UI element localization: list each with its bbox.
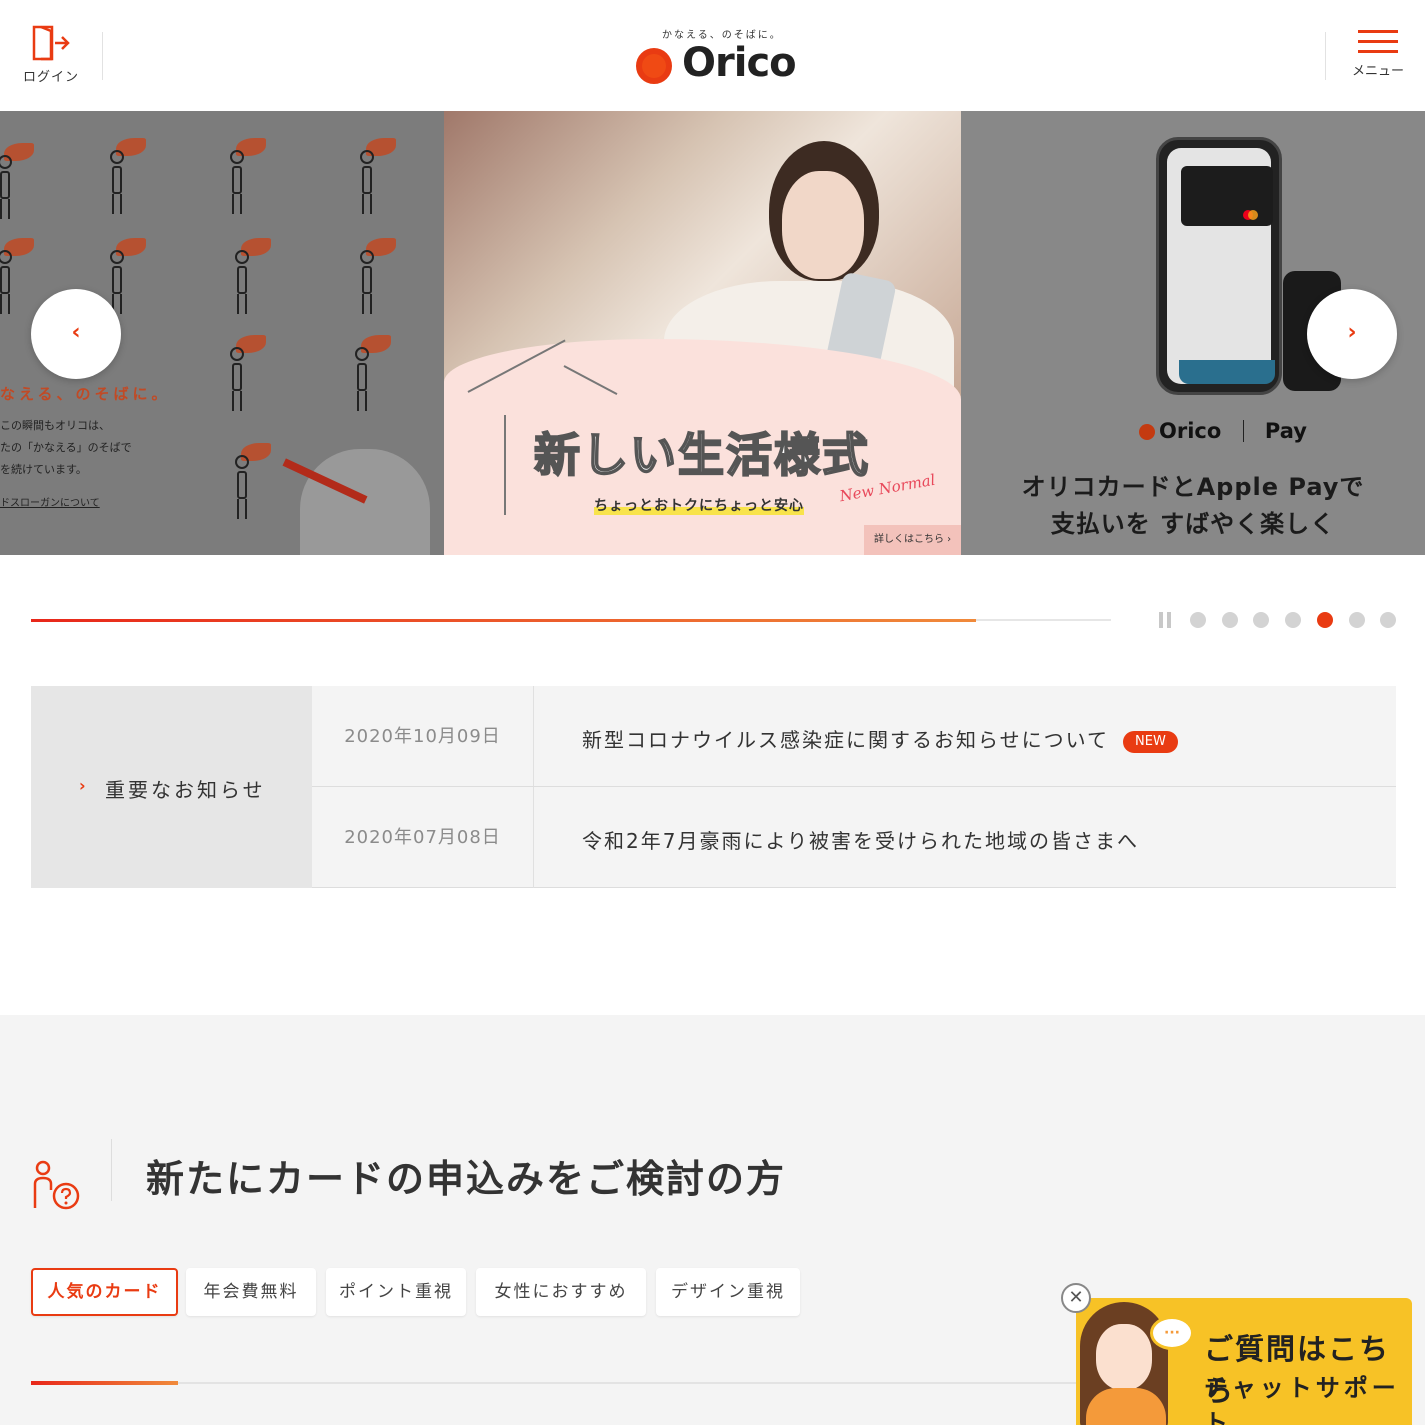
hamburger-icon: [1358, 30, 1398, 53]
important-notices-heading: 重要なお知らせ: [105, 778, 266, 802]
winged-figure-illustration: [210, 136, 270, 216]
detail-button[interactable]: 詳しくはこちら ›: [864, 525, 961, 555]
slogan-line: たの「かなえる」のそばで: [0, 441, 132, 454]
winged-figure-illustration: [210, 333, 270, 413]
chat-bubble-icon: ···: [1150, 1316, 1194, 1350]
new-lifestyle-headline: 新しい生活様式: [533, 427, 870, 483]
logo-circle-icon: [636, 48, 672, 84]
winged-figure-illustration: [215, 236, 275, 316]
tab-popular-cards[interactable]: 人気のカード: [31, 1268, 178, 1316]
notice-date: 2020年07月08日: [312, 787, 534, 888]
tab-points[interactable]: ポイント重視: [326, 1268, 466, 1316]
apple-pay-text: Pay: [1264, 419, 1307, 443]
orico-brand-text: Orico: [1159, 419, 1222, 443]
carousel-prev-button[interactable]: ‹: [31, 289, 121, 379]
winged-figure-illustration: [90, 136, 150, 216]
carousel-next-button[interactable]: ›: [1307, 289, 1397, 379]
header-divider-right: [1325, 32, 1326, 80]
apple-pay-copy-line2: 支払いを すばやく楽しく: [1050, 510, 1336, 538]
tab-for-women[interactable]: 女性におすすめ: [476, 1268, 646, 1316]
header-divider-left: [102, 32, 103, 80]
section-title-divider: [111, 1139, 112, 1201]
winged-figure-illustration: [340, 236, 400, 316]
winged-figure-illustration: [0, 141, 38, 221]
logo-separator: [1242, 420, 1244, 442]
carousel-progress-bar: [31, 619, 1111, 622]
new-lifestyle-subtext: ちょっとおトクにちょっと安心: [594, 495, 804, 515]
slogan-link[interactable]: ドスローガンについて: [0, 494, 100, 509]
login-button[interactable]: ログイン: [20, 24, 82, 85]
tab-underline-active: [31, 1381, 178, 1385]
orico-mark-icon: [1139, 424, 1155, 440]
credit-card-image: [1181, 166, 1273, 226]
menu-button[interactable]: メニュー: [1343, 30, 1413, 79]
slogan-heading: なえる、のそばに。: [0, 385, 171, 403]
notice-item[interactable]: 2020年10月09日 新型コロナウイルス感染症に関するお知らせについて NEW: [312, 686, 1396, 787]
carousel-dot[interactable]: [1349, 612, 1365, 628]
notice-title: 令和2年7月豪雨により被害を受けられた地域の皆さまへ: [582, 825, 1139, 854]
carousel-dot[interactable]: [1285, 612, 1301, 628]
important-notices: › 重要なお知らせ 2020年10月09日 新型コロナウイルス感染症に関するお知…: [31, 686, 1396, 888]
close-icon: ✕: [1068, 1287, 1084, 1308]
slogan-body: この瞬間もオリコは、 たの「かなえる」のそばで を続けています。: [0, 415, 132, 481]
pause-icon: [1159, 612, 1163, 628]
orico-logo[interactable]: かなえる、のそばに。 Orico: [632, 26, 797, 90]
chevron-right-icon: ›: [79, 776, 86, 795]
winged-figure-illustration: [215, 441, 275, 521]
new-badge: NEW: [1123, 731, 1178, 753]
carousel-dot[interactable]: [1380, 612, 1396, 628]
winged-figure-illustration: [0, 236, 38, 316]
operator-body: [1086, 1388, 1166, 1425]
carousel-dot[interactable]: [1253, 612, 1269, 628]
house-outline-icon: [467, 339, 618, 515]
carousel-progress-fill: [31, 619, 976, 622]
notice-item[interactable]: 2020年07月08日 令和2年7月豪雨により被害を受けられた地域の皆さまへ: [312, 787, 1396, 888]
chat-line2: チャットサポート: [1204, 1374, 1400, 1425]
winged-figure-illustration: [340, 136, 400, 216]
apple-pay-copy-line1: オリコカードとApple Payで: [1021, 473, 1365, 501]
winged-figure-illustration: [335, 333, 395, 413]
chat-support-widget[interactable]: ··· ご質問はこちら チャットサポート: [1076, 1298, 1412, 1425]
mastercard-icon: [1243, 210, 1258, 220]
tab-no-annual-fee[interactable]: 年会費無料: [186, 1268, 316, 1316]
iphone-screen: [1167, 148, 1275, 384]
notice-title-text: 令和2年7月豪雨により被害を受けられた地域の皆さまへ: [582, 829, 1140, 853]
notice-title: 新型コロナウイルス感染症に関するお知らせについて NEW: [582, 724, 1178, 753]
hero-carousel[interactable]: なえる、のそばに。 この瞬間もオリコは、 たの「かなえる」のそばで を続けていま…: [0, 111, 1425, 555]
carousel-dot[interactable]: [1222, 612, 1238, 628]
slogan-line: を続けています。: [0, 463, 87, 476]
tab-design[interactable]: デザイン重視: [656, 1268, 800, 1316]
section-title: 新たにカードの申込みをご検討の方: [146, 1157, 787, 1201]
iphone-illustration: [1156, 137, 1282, 395]
chat-close-button[interactable]: ✕: [1061, 1283, 1091, 1313]
slogan-line: この瞬間もオリコは、: [0, 419, 110, 432]
important-notices-link[interactable]: › 重要なお知らせ: [31, 686, 312, 888]
chevron-left-icon: ‹: [71, 320, 81, 345]
orico-apple-pay-logos: Orico Pay: [1139, 419, 1307, 443]
carousel-pause-button[interactable]: [1159, 612, 1173, 628]
woman-face-shape: [782, 171, 864, 279]
slide-new-normal[interactable]: 新しい生活様式 New Normal ちょっとおトクにちょっと安心 詳しくはこち…: [444, 111, 961, 555]
chevron-right-icon: ›: [1347, 320, 1357, 345]
logo-wordmark: Orico: [682, 40, 797, 86]
pay-bar: [1179, 360, 1275, 384]
site-header: ログイン かなえる、のそばに。 Orico メニュー: [0, 0, 1425, 111]
tab-underline-track: [31, 1382, 1101, 1384]
login-label: ログイン: [22, 70, 79, 85]
operator-face: [1096, 1324, 1152, 1390]
carousel-dot[interactable]: [1190, 612, 1206, 628]
menu-label: メニュー: [1351, 64, 1404, 79]
person-question-icon: [33, 1160, 80, 1210]
hand-with-pen-illustration: [300, 449, 430, 555]
pause-icon-bar: [1167, 612, 1171, 628]
logo-tagline: かなえる、のそばに。: [662, 30, 782, 41]
notice-title-text: 新型コロナウイルス感染症に関するお知らせについて: [582, 728, 1109, 752]
notice-date: 2020年10月09日: [312, 686, 534, 786]
carousel-dot[interactable]: [1317, 612, 1333, 628]
login-door-icon: [32, 25, 70, 61]
